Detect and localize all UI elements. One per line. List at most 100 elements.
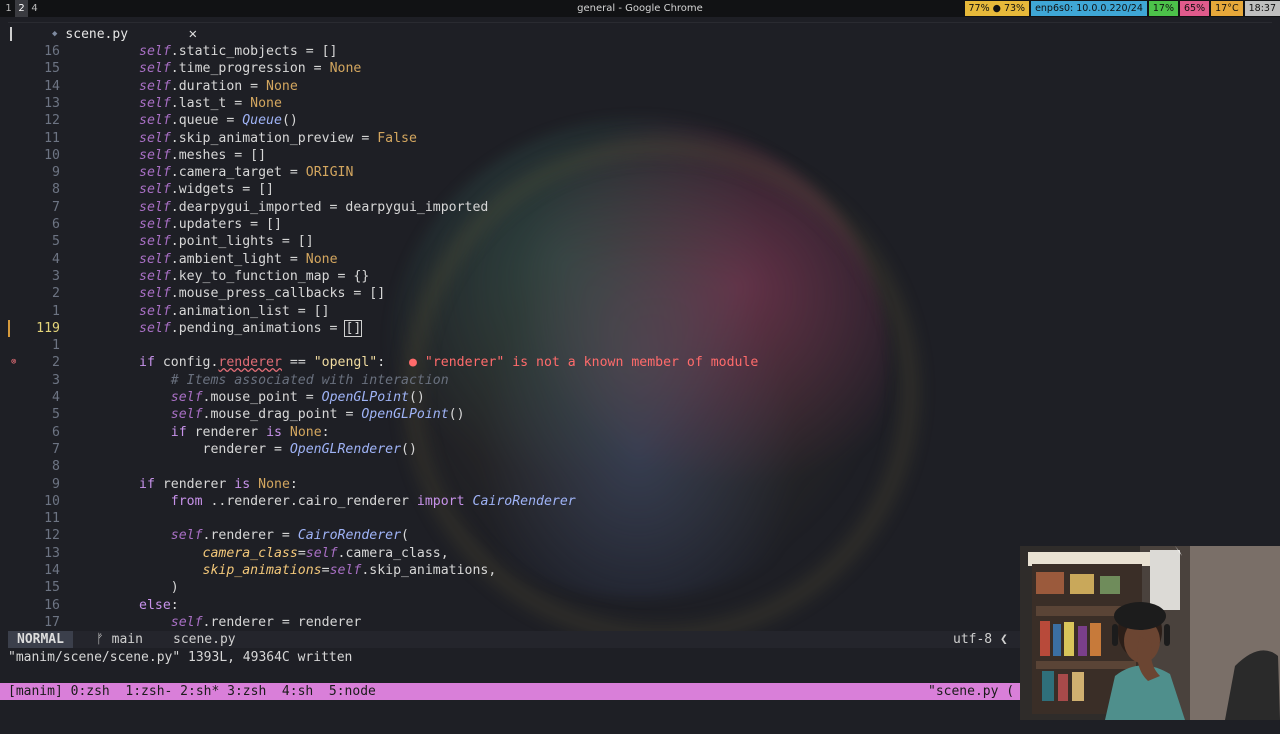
code-line[interactable]: 5 self.point_lights = [] (8, 233, 1272, 250)
code-text: self.mouse_drag_point = OpenGLPoint() (139, 406, 465, 423)
line-number: 13 (8, 95, 60, 112)
line-number: 2 (8, 354, 60, 371)
code-text: else: (139, 597, 179, 614)
code-line[interactable]: 16self.static_mobjects = [] (8, 43, 1272, 60)
code-text: camera_class=self.camera_class, (139, 545, 449, 562)
code-text: self.updaters = [] (139, 216, 282, 233)
buffer-tabbar: ◆ scene.py ✕ (8, 23, 1272, 45)
line-number: 10 (8, 147, 60, 164)
line-number: 13 (8, 545, 60, 562)
line-number: 15 (8, 579, 60, 596)
line-number: 4 (8, 251, 60, 268)
statusline-filename: scene.py (173, 631, 236, 648)
code-line[interactable]: 10 from ..renderer.cairo_renderer import… (8, 493, 1272, 510)
code-text: self.key_to_function_map = {} (139, 268, 369, 285)
code-line[interactable]: 9self.camera_target = ORIGIN (8, 164, 1272, 181)
tmux-window-list[interactable]: [manim] 0:zsh 1:zsh- 2:sh* 3:zsh 4:sh 5:… (8, 683, 376, 700)
system-bar: 124 general - Google Chrome 77% ● 73%enp… (0, 0, 1280, 17)
line-number: 7 (8, 199, 60, 216)
code-line[interactable]: 4self.ambient_light = None (8, 251, 1272, 268)
code-line[interactable]: ⊗2if config.renderer == "opengl": ● "ren… (8, 354, 1272, 371)
tray-item: 65% (1180, 1, 1209, 16)
line-number: 5 (8, 406, 60, 423)
line-number: 6 (8, 216, 60, 233)
line-number: 1 (8, 337, 60, 354)
tab-scene-py[interactable]: ◆ scene.py ✕ (46, 23, 201, 45)
code-line[interactable]: 8 (8, 458, 1272, 475)
line-number: 12 (8, 112, 60, 129)
line-number: 8 (8, 181, 60, 198)
code-text: from ..renderer.cairo_renderer import Ca… (139, 493, 576, 510)
code-line[interactable]: 3self.key_to_function_map = {} (8, 268, 1272, 285)
python-file-icon: ◆ (52, 29, 57, 39)
tray-item: enp6s0: 10.0.0.220/24 (1031, 1, 1147, 16)
code-text: self.queue = Queue() (139, 112, 298, 129)
code-text: self.dearpygui_imported = dearpygui_impo… (139, 199, 488, 216)
code-line[interactable]: 12 self.queue = Queue() (8, 112, 1272, 129)
tray-item: 77% ● 73% (965, 1, 1030, 16)
code-line[interactable]: 10 self.meshes = [] (8, 147, 1272, 164)
vim-editor[interactable]: ◆ scene.py ✕ 16self.static_mobjects = []… (8, 22, 1272, 635)
code-text: self.meshes = [] (139, 147, 266, 164)
code-line[interactable]: 11 (8, 510, 1272, 527)
mode-indicator: NORMAL (8, 631, 73, 648)
line-number: 10 (8, 493, 60, 510)
webcam-image (1020, 546, 1280, 720)
code-text: renderer = OpenGLRenderer() (139, 441, 417, 458)
code-line[interactable]: 9 if renderer is None: (8, 476, 1272, 493)
code-text: self.skip_animation_preview = False (139, 130, 417, 147)
line-number: 16 (8, 597, 60, 614)
code-line[interactable]: 6 if renderer is None: (8, 424, 1272, 441)
code-line[interactable]: 1 self.animation_list = [] (8, 303, 1272, 320)
code-text: self.renderer = renderer (139, 614, 361, 631)
line-number: 4 (8, 389, 60, 406)
line-number: 17 (8, 614, 60, 631)
line-number: 15 (8, 60, 60, 77)
code-line[interactable]: 1 (8, 337, 1272, 354)
line-number: 119 (8, 320, 60, 337)
code-line[interactable]: 5 self.mouse_drag_point = OpenGLPoint() (8, 406, 1272, 423)
code-text: skip_animations=self.skip_animations, (139, 562, 496, 579)
tray-item: 17°C (1211, 1, 1242, 16)
code-text: self.widgets = [] (139, 181, 274, 198)
code-text: self.duration = None (139, 78, 298, 95)
code-text: self.mouse_press_callbacks = [] (139, 285, 385, 302)
code-text: if renderer is None: (139, 476, 298, 493)
tray-item: 18:37 (1245, 1, 1280, 16)
code-line[interactable]: 13self.last_t = None (8, 95, 1272, 112)
code-line[interactable]: 7 renderer = OpenGLRenderer() (8, 441, 1272, 458)
line-number: 8 (8, 458, 60, 475)
line-number: 5 (8, 233, 60, 250)
code-text: self.animation_list = [] (139, 303, 330, 320)
code-line[interactable]: 3 # Items associated with interaction (8, 372, 1272, 389)
code-line[interactable]: 6 self.updaters = [] (8, 216, 1272, 233)
line-number: 12 (8, 527, 60, 544)
line-number: 9 (8, 476, 60, 493)
close-icon[interactable]: ✕ (189, 26, 197, 42)
command-line[interactable]: "manim/scene/scene.py" 1393L, 49364C wri… (8, 649, 352, 666)
tab-label: scene.py (65, 27, 188, 42)
line-number: 7 (8, 441, 60, 458)
code-line[interactable]: 119self.pending_animations = [] (8, 320, 1272, 337)
code-line[interactable]: 8 self.widgets = [] (8, 181, 1272, 198)
code-line[interactable]: 11 self.skip_animation_preview = False (8, 130, 1272, 147)
code-line[interactable]: 12 self.renderer = CairoRenderer( (8, 527, 1272, 544)
file-encoding: utf-8 ❮ (953, 631, 1008, 648)
tmux-pane-title: "scene.py ( (928, 683, 1014, 700)
code-line[interactable]: 15 self.time_progression = None (8, 60, 1272, 77)
tray-item: 17% (1149, 1, 1178, 16)
code-line[interactable]: 4 self.mouse_point = OpenGLPoint() (8, 389, 1272, 406)
code-line[interactable]: 7 self.dearpygui_imported = dearpygui_imp… (8, 199, 1272, 216)
code-text: self.point_lights = [] (139, 233, 314, 250)
webcam-overlay (1020, 546, 1280, 720)
code-text: if config.renderer == "opengl": ● "rende… (139, 354, 758, 371)
code-text: self.mouse_point = OpenGLPoint() (139, 389, 425, 406)
code-line[interactable]: 2self.mouse_press_callbacks = [] (8, 285, 1272, 302)
line-number: 1 (8, 303, 60, 320)
code-text: self.time_progression = None (139, 60, 361, 77)
line-number: 11 (8, 130, 60, 147)
code-text: self.renderer = CairoRenderer( (139, 527, 409, 544)
code-line[interactable]: 14self.duration = None (8, 78, 1272, 95)
git-branch: ᚠ main (96, 631, 143, 648)
code-text: if renderer is None: (139, 424, 330, 441)
